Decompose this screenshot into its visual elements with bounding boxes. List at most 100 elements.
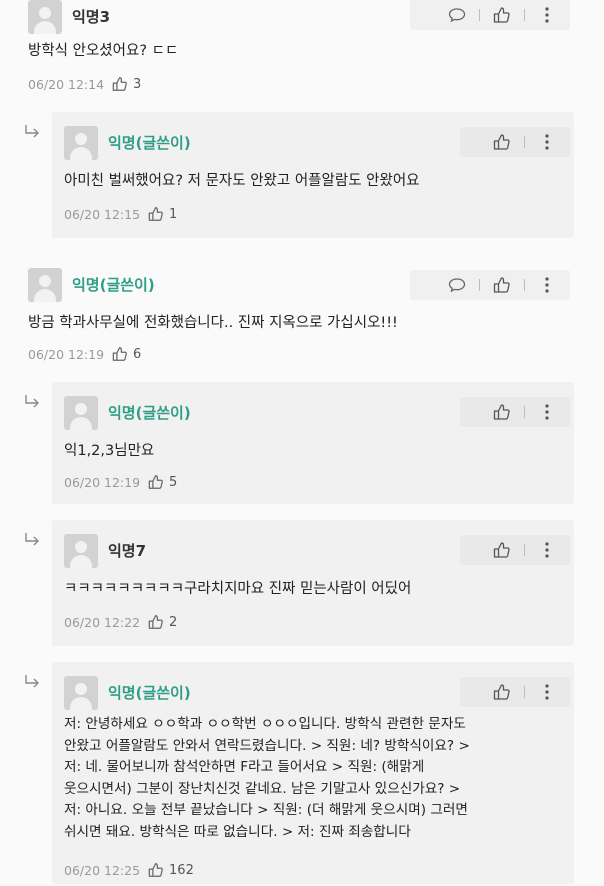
avatar xyxy=(64,126,98,160)
comment-meta: 06/20 12:19 6 xyxy=(28,346,141,362)
comment-action-bar xyxy=(410,270,570,300)
like-count[interactable]: 6 xyxy=(112,346,141,362)
like-button[interactable] xyxy=(489,272,515,298)
comment-meta: 06/20 12:22 2 xyxy=(64,614,177,630)
comment-text-line: 안왔고 어플알람도 안와서 연락드렸습니다. > 직원: 네? 방학식이요? > xyxy=(64,737,470,754)
more-options-button[interactable] xyxy=(534,129,560,155)
reply-arrow-icon xyxy=(25,395,39,408)
more-vertical-icon xyxy=(545,277,549,293)
like-count[interactable]: 5 xyxy=(148,474,177,490)
more-vertical-icon xyxy=(545,404,549,420)
speech-bubble-icon xyxy=(448,278,466,293)
thumbs-up-icon xyxy=(148,207,163,221)
like-button[interactable] xyxy=(489,679,515,705)
comment-text-line: 저: 네. 물어보니까 참석안하면 F라고 들어서요 > 직원: (해맑게 xyxy=(64,759,425,775)
comment-text-line: 저: 아니요. 오늘 전부 끝났습니다 > 직원: (더 해맑게 웃으시며) 그… xyxy=(64,802,468,818)
like-count[interactable]: 1 xyxy=(148,206,177,222)
thumbs-up-icon xyxy=(493,134,510,150)
avatar xyxy=(64,396,98,430)
comment-action-bar xyxy=(460,397,570,427)
more-vertical-icon xyxy=(545,542,549,558)
reply-arrow-icon xyxy=(25,125,39,138)
comment-text-line: 쉬시면 돼요. 방학식은 따로 없습니다. > 저: 진짜 죄송합니다 xyxy=(64,823,411,840)
comment-author: 익명3 xyxy=(72,8,111,26)
thumbs-up-icon xyxy=(493,684,510,700)
reply-comment: 익명7 ㅋㅋㅋㅋㅋㅋㅋㅋㅋ구라치지마요 진짜 믿는사람이 어딨어 06/20 1… xyxy=(0,520,604,650)
like-count[interactable]: 2 xyxy=(148,614,177,630)
comment-action-bar xyxy=(460,677,570,707)
like-count-value: 2 xyxy=(169,614,178,630)
speech-bubble-icon xyxy=(448,8,466,23)
more-options-button[interactable] xyxy=(534,679,560,705)
divider xyxy=(524,406,525,418)
more-options-button[interactable] xyxy=(534,2,560,28)
comment: 익명(글쓴이) 방금 학과사무실에 전화했습니다.. 진짜 지옥으로 가십시오!… xyxy=(0,266,604,366)
more-vertical-icon xyxy=(545,684,549,700)
comment-text: 익1,2,3님만요 xyxy=(64,443,155,459)
comment-author: 익명(글쓴이) xyxy=(108,404,191,422)
comment-text: ㅋㅋㅋㅋㅋㅋㅋㅋㅋ구라치지마요 진짜 믿는사람이 어딨어 xyxy=(64,581,412,597)
comment-meta: 06/20 12:19 5 xyxy=(64,474,177,490)
comment-author: 익명7 xyxy=(108,542,147,560)
avatar xyxy=(64,676,98,710)
comment-author: 익명(글쓴이) xyxy=(108,134,191,152)
like-button[interactable] xyxy=(489,129,515,155)
reply-comment: 익명(글쓴이) 저: 안녕하세요 ㅇㅇ학과 ㅇㅇ학번 ㅇㅇㅇ입니다. 방학식 관… xyxy=(0,662,604,884)
thumbs-up-icon xyxy=(148,863,163,877)
comment-text: 방학식 안오셨어요? ㄷㄷ xyxy=(28,43,179,59)
thumbs-up-icon xyxy=(148,475,163,489)
comment-time: 06/20 12:19 xyxy=(28,346,105,362)
thumbs-up-icon xyxy=(493,404,510,420)
thumbs-up-icon xyxy=(493,7,510,23)
comment-action-bar xyxy=(460,127,570,157)
like-count-value: 3 xyxy=(133,76,142,92)
comment-meta: 06/20 12:25 162 xyxy=(64,862,194,878)
thumbs-up-icon xyxy=(493,542,510,558)
thumbs-up-icon xyxy=(148,615,163,629)
comment-text-line: 저: 안녕하세요 ㅇㅇ학과 ㅇㅇ학번 ㅇㅇㅇ입니다. 방학식 관련한 문자도 xyxy=(64,716,466,732)
avatar xyxy=(28,0,62,34)
more-vertical-icon xyxy=(545,7,549,23)
comment-time: 06/20 12:15 xyxy=(64,206,141,222)
divider xyxy=(479,9,480,21)
thumbs-up-icon xyxy=(493,277,510,293)
comment-author: 익명(글쓴이) xyxy=(72,276,155,294)
reply-comment: 익명(글쓴이) 익1,2,3님만요 06/20 12:19 5 xyxy=(0,382,604,512)
divider xyxy=(479,279,480,291)
reply-button[interactable] xyxy=(444,272,470,298)
like-count-value: 5 xyxy=(169,474,178,490)
reply-arrow-icon xyxy=(25,533,39,546)
more-vertical-icon xyxy=(545,134,549,150)
reply-comment: 익명(글쓴이) 아미친 벌써했어요? 저 문자도 안왔고 어플알람도 안왔어요 … xyxy=(0,112,604,242)
comment-text-line: 웃으시면서) 그분이 장난치신것 같네요. 남은 기말고사 있으신가요? > xyxy=(64,780,461,797)
divider xyxy=(524,279,525,291)
comment-text: 방금 학과사무실에 전화했습니다.. 진짜 지옥으로 가십시오!!! xyxy=(28,315,398,331)
like-button[interactable] xyxy=(489,2,515,28)
like-count-value: 162 xyxy=(169,862,194,878)
more-options-button[interactable] xyxy=(534,399,560,425)
comment-author: 익명(글쓴이) xyxy=(108,684,191,702)
like-count-value: 1 xyxy=(169,206,178,222)
comment-action-bar xyxy=(460,535,570,565)
divider xyxy=(524,136,525,148)
comment-time: 06/20 12:14 xyxy=(28,76,105,92)
reply-button[interactable] xyxy=(444,2,470,28)
like-count[interactable]: 162 xyxy=(148,862,194,878)
comment-time: 06/20 12:19 xyxy=(64,474,141,490)
more-options-button[interactable] xyxy=(534,272,560,298)
like-count[interactable]: 3 xyxy=(112,76,141,92)
comment: 익명3 방학식 안오셨어요? ㄷㄷ 06/20 12:14 3 xyxy=(0,0,604,100)
reply-arrow-icon xyxy=(25,675,39,688)
divider xyxy=(524,9,525,21)
like-button[interactable] xyxy=(489,399,515,425)
comment-time: 06/20 12:22 xyxy=(64,614,141,630)
like-button[interactable] xyxy=(489,537,515,563)
comment-meta: 06/20 12:14 3 xyxy=(28,76,141,92)
divider xyxy=(524,686,525,698)
more-options-button[interactable] xyxy=(534,537,560,563)
thumbs-up-icon xyxy=(112,347,127,361)
comment-text: 아미친 벌써했어요? 저 문자도 안왔고 어플알람도 안왔어요 xyxy=(64,173,420,189)
comment-text: 저: 안녕하세요 ㅇㅇ학과 ㅇㅇ학번 ㅇㅇㅇ입니다. 방학식 관련한 문자도 안… xyxy=(64,714,470,843)
divider xyxy=(524,544,525,556)
thumbs-up-icon xyxy=(112,77,127,91)
